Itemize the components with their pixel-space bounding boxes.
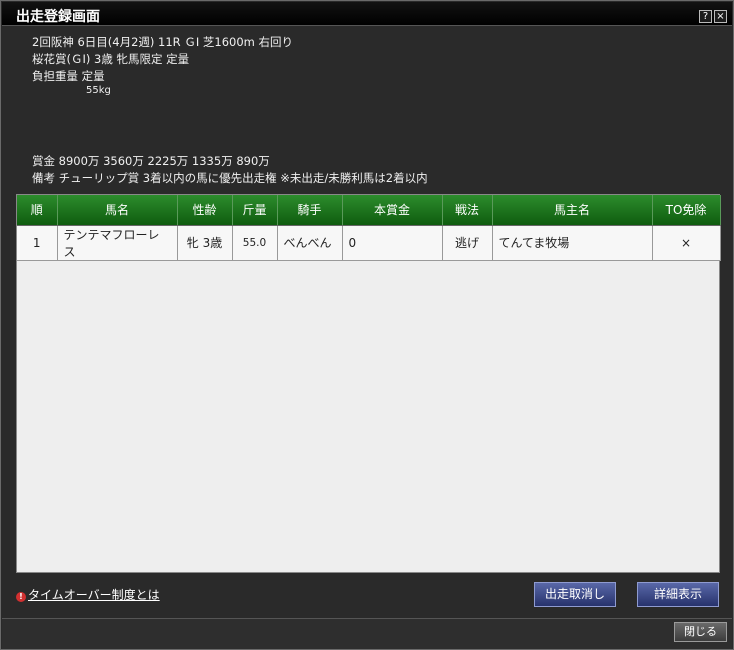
col-header-strategy[interactable]: 戦法 [442,195,493,226]
entry-table-container: 順 馬名 性齢 斤量 騎手 本賞金 戦法 馬主名 TO免除 1 テンテマフローレ… [16,194,721,573]
time-over-help-link[interactable]: ! タイムオーバー制度とは [16,586,160,603]
col-header-prize[interactable]: 本賞金 [342,195,443,226]
window-title: 出走登録画面 [16,9,100,25]
footer-bar [2,619,732,649]
col-header-sex-age[interactable]: 性齢 [177,195,233,226]
entry-registration-window: 出走登録画面 ? × 2回阪神 6日目(4月2週) 11R ＧⅠ 芝1600m … [0,0,734,650]
weight-value: 55kg [86,85,111,96]
cell-jockey: べんべん [277,225,343,261]
race-info-line: 2回阪神 6日目(4月2週) 11R ＧⅠ 芝1600m 右回り [32,35,294,49]
cell-owner: てんてま牧場 [492,225,653,261]
cell-to-exempt: × [652,225,721,261]
cell-prize: 0 [342,225,443,261]
prize-money-line: 賞金 8900万 3560万 2225万 1335万 890万 [32,154,270,168]
entry-table: 順 馬名 性齢 斤量 騎手 本賞金 戦法 馬主名 TO免除 1 テンテマフローレ… [17,195,721,261]
race-name-line: 桜花賞(ＧⅠ) 3歳 牝馬限定 定量 [32,52,190,66]
col-header-horse-name[interactable]: 馬名 [57,195,178,226]
col-header-weight[interactable]: 斤量 [232,195,278,226]
alert-icon: ! [16,592,26,602]
cell-sex-age: 牝 3歳 [177,225,233,261]
col-header-owner[interactable]: 馬主名 [492,195,653,226]
col-header-jockey[interactable]: 騎手 [277,195,343,226]
cell-horse-name: テンテマフローレス [57,225,178,261]
col-header-order[interactable]: 順 [17,195,58,226]
weight-type-line: 負担重量 定量 [32,69,105,83]
cell-weight: 55.0 [232,225,278,261]
col-header-to-exempt[interactable]: TO免除 [652,195,721,226]
title-bar: 出走登録画面 ? × [2,2,732,26]
window-close-button[interactable]: × [714,10,727,23]
table-header-row: 順 馬名 性齢 斤量 騎手 本賞金 戦法 馬主名 TO免除 [17,195,721,226]
cell-strategy: 逃げ [442,225,493,261]
time-over-help-label: タイムオーバー制度とは [28,588,160,602]
help-button[interactable]: ? [699,10,712,23]
close-button[interactable]: 閉じる [674,622,727,642]
cell-order: 1 [17,225,58,261]
remarks-line: 備考 チューリップ賞 3着以内の馬に優先出走権 ※未出走/未勝利馬は2着以内 [32,171,428,185]
cancel-entry-button[interactable]: 出走取消し [534,582,616,607]
table-row[interactable]: 1 テンテマフローレス 牝 3歳 55.0 べんべん 0 逃げ てんてま牧場 × [17,225,721,261]
details-button[interactable]: 詳細表示 [637,582,719,607]
